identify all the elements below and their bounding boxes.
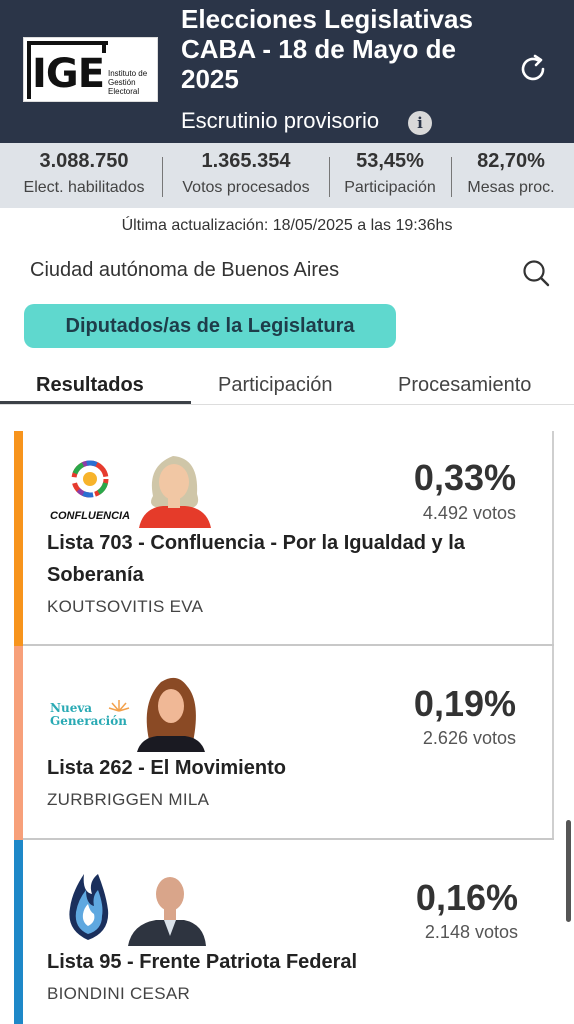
ige-logo: IGE Instituto de Gestión Electoral — [23, 37, 158, 102]
refresh-icon[interactable] — [516, 52, 550, 86]
result-votes: 2.148 votos — [424, 922, 518, 942]
result-percent: 0,19% — [413, 683, 516, 724]
page-title: Elecciones Legislativas CABA - 18 de May… — [181, 4, 473, 94]
result-votes: 2.626 votos — [422, 728, 516, 748]
stat-electores: 3.088.750 Elect. habilitados — [23, 150, 145, 196]
search-icon[interactable] — [521, 258, 551, 288]
result-card[interactable]: 0,16% 2.148 votos Lista 95 - Frente Patr… — [14, 840, 554, 1024]
candidate-photo — [135, 446, 213, 528]
region-name: Ciudad autónoma de Buenos Aires — [30, 259, 340, 281]
list-name: Lista 703 - Confluencia - Por la Igualda… — [47, 532, 465, 586]
candidate-photo — [131, 672, 209, 752]
candidate-photo — [128, 866, 206, 946]
candidate-name: KOUTSOVITIS EVA — [47, 597, 204, 616]
party-color-bar — [14, 646, 23, 840]
nueva-generacion-logo: Nueva Generación — [50, 698, 130, 732]
party-color-bar — [14, 431, 23, 646]
flame-logo-icon — [62, 870, 114, 942]
page-subtitle: Escrutinio provisorio — [181, 108, 380, 133]
stat-votos: 1.365.354 Votos procesados — [182, 150, 310, 196]
candidate-name: BIONDINI CESAR — [47, 984, 191, 1003]
list-name: Lista 262 - El Movimiento — [47, 757, 286, 779]
tab-resultados[interactable]: Resultados — [36, 374, 144, 397]
stats-bar: 3.088.750 Elect. habilitados 1.365.354 V… — [0, 143, 574, 208]
result-card[interactable]: Nueva Generación 0,19% 2.626 votos Lista… — [14, 646, 554, 840]
scrollbar[interactable] — [566, 820, 571, 922]
info-icon[interactable]: i — [408, 111, 432, 135]
result-votes: 4.492 votos — [422, 503, 516, 523]
last-updated: Última actualización: 18/05/2025 a las 1… — [121, 217, 453, 234]
confluencia-logo: CONFLUENCIA — [50, 457, 130, 522]
stat-mesas: 82,70% Mesas proc. — [467, 150, 555, 196]
app-header: IGE Instituto de Gestión Electoral Elecc… — [0, 0, 574, 143]
result-card[interactable]: CONFLUENCIA 0,33% 4.492 votos Lista 703 … — [14, 431, 554, 646]
category-chip[interactable]: Diputados/as de la Legislatura — [24, 304, 396, 348]
party-color-bar — [14, 840, 23, 1024]
candidate-name: ZURBRIGGEN MILA — [47, 790, 210, 809]
result-percent: 0,33% — [413, 457, 516, 498]
tab-procesamiento[interactable]: Procesamiento — [398, 374, 531, 397]
result-percent: 0,16% — [415, 877, 518, 918]
list-name: Lista 95 - Frente Patriota Federal — [47, 951, 358, 973]
stat-participacion: 53,45% Participación — [344, 150, 436, 196]
tab-participacion[interactable]: Participación — [218, 374, 333, 397]
